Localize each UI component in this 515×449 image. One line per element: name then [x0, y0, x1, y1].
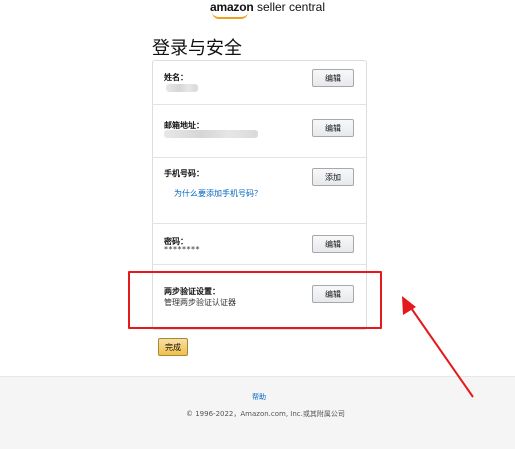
arrow-shaft	[408, 304, 474, 398]
annotation-arrow-icon	[402, 296, 474, 398]
